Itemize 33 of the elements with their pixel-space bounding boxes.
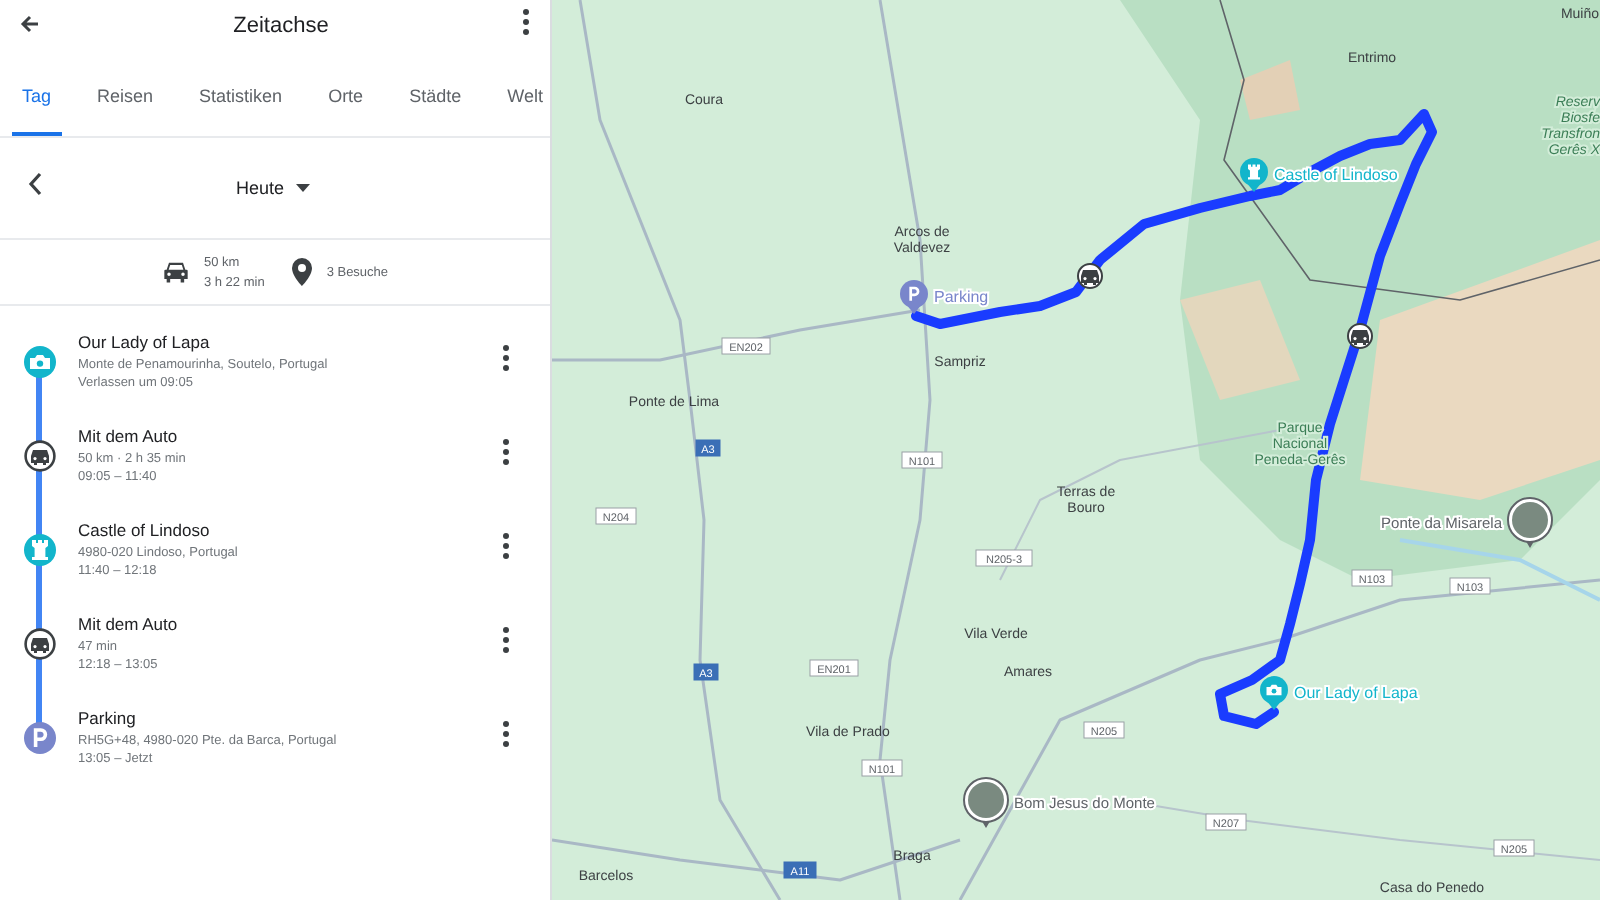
car-marker-icon	[23, 627, 55, 659]
page-title: Zeitachse	[231, 14, 331, 38]
entry-title: Castle of Lindoso	[78, 520, 212, 540]
entry-title: Mit dem Auto	[78, 426, 180, 446]
poi-label: Parking	[934, 288, 989, 306]
tab[interactable]: Welt	[497, 52, 550, 136]
tab[interactable]: Orte	[318, 52, 374, 136]
location-pin-icon	[292, 258, 313, 286]
more-vert-icon	[502, 626, 510, 654]
date-dropdown[interactable]: Heute	[235, 178, 311, 198]
camera-pin-icon[interactable]	[1260, 676, 1288, 710]
photo-pin-icon[interactable]	[963, 777, 1009, 828]
parking-pin-icon[interactable]	[900, 280, 928, 314]
more-vert-icon	[502, 532, 510, 560]
tab[interactable]: Reisen	[87, 52, 164, 136]
car-marker-icon	[23, 439, 55, 471]
castle-pin-icon[interactable]	[1240, 158, 1268, 192]
more-vert-icon	[502, 438, 510, 466]
mountain-area	[1240, 60, 1300, 120]
car-icon	[161, 260, 190, 284]
more-vert-icon	[502, 720, 510, 748]
caret-icon	[296, 184, 311, 192]
entry-title: Mit dem Auto	[78, 614, 180, 634]
tab[interactable]: Städte	[399, 52, 472, 136]
poi-label: Our Lady of Lapa	[1294, 684, 1418, 702]
photo-pin-icon[interactable]	[1507, 497, 1553, 548]
tab[interactable]: Statistiken	[189, 52, 293, 136]
mountain-area	[1180, 280, 1300, 400]
entry-title: Our Lady of Lapa	[78, 332, 212, 352]
tab[interactable]: Tag	[12, 52, 62, 136]
entry-title: Parking	[78, 708, 138, 728]
more-vert-icon	[502, 344, 510, 372]
more-vert-icon	[522, 7, 530, 35]
